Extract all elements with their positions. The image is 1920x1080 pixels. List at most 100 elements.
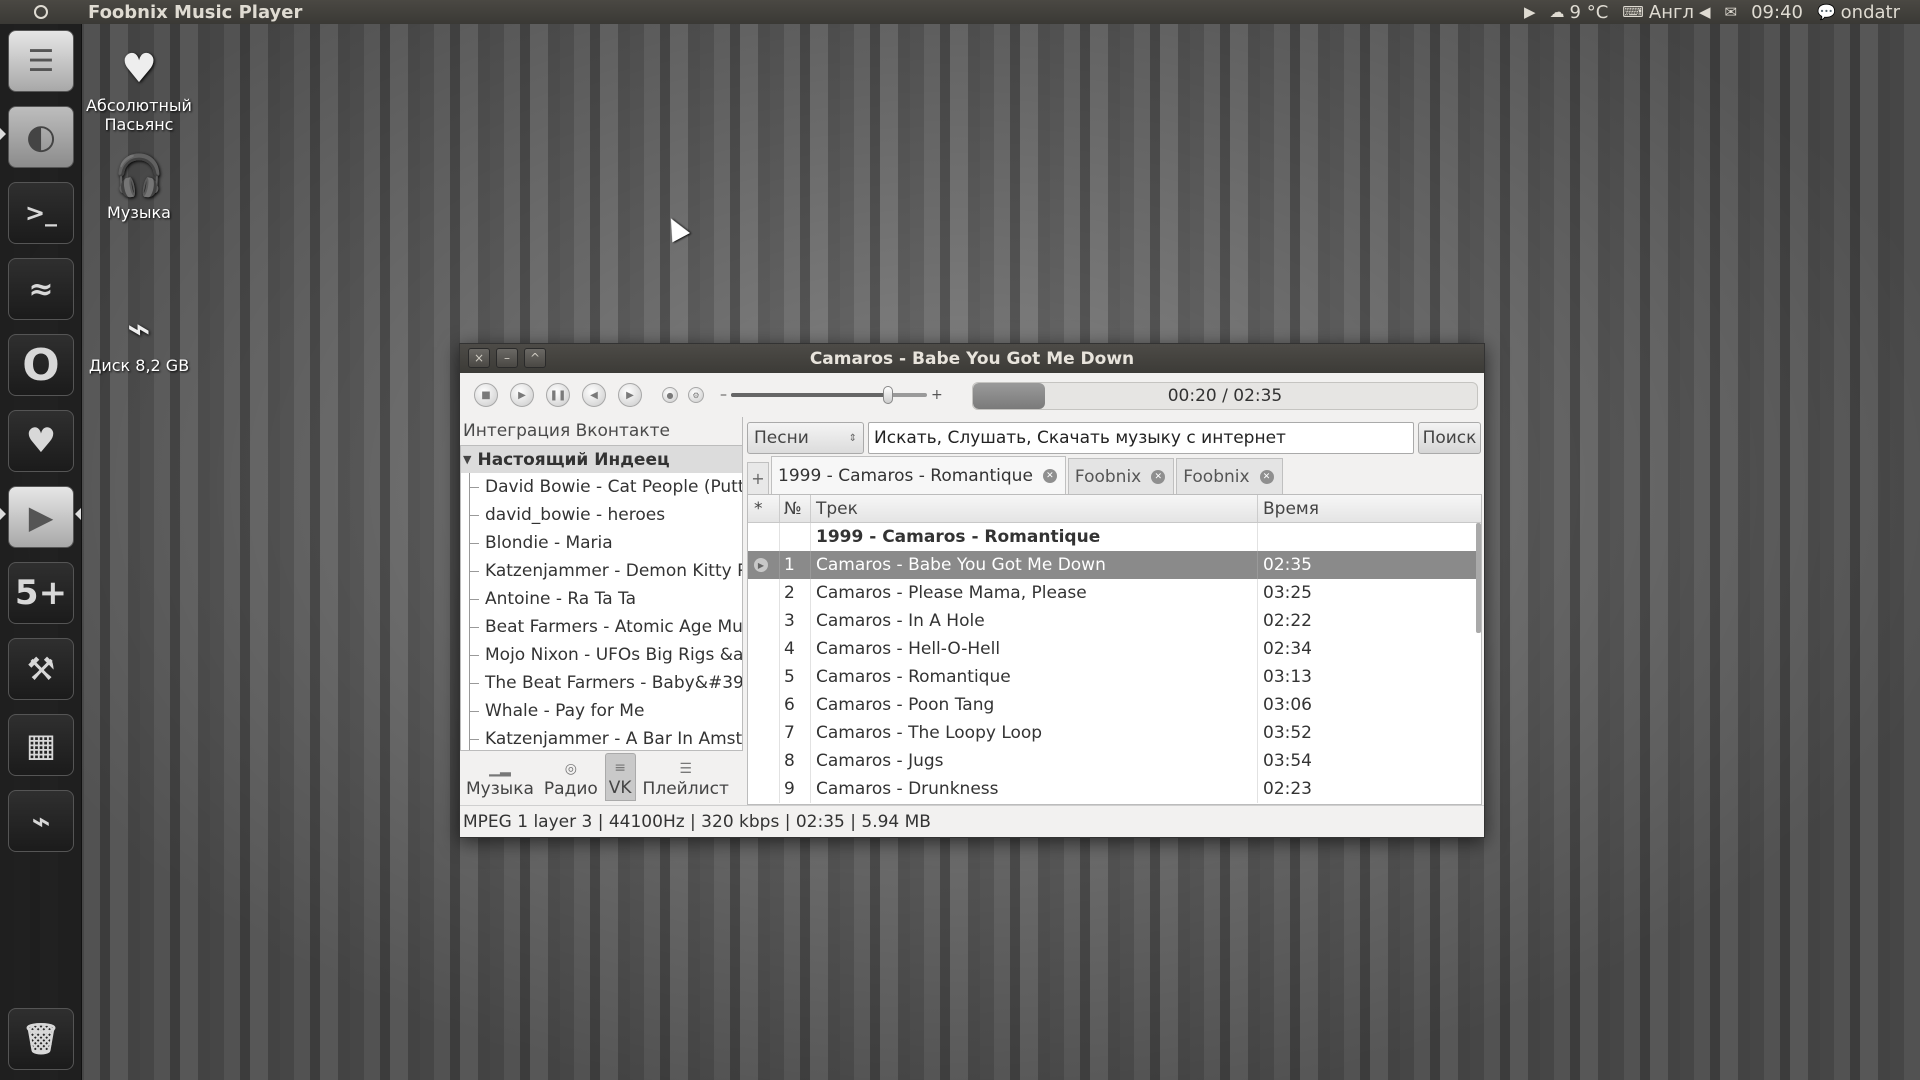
tab-radio[interactable]: ◎ Радио <box>541 753 601 801</box>
maximize-window-button[interactable]: ^ <box>524 348 546 368</box>
launcher-trash[interactable]: 🗑 <box>8 1008 74 1070</box>
tree-root[interactable]: ▼ Настоящий Индеец <box>461 446 742 473</box>
search-type-select[interactable]: Песни ⇕ <box>747 422 864 454</box>
seek-bar[interactable]: 00:20 / 02:35 <box>972 382 1478 410</box>
launcher-opera[interactable]: O <box>8 334 74 396</box>
play-button[interactable]: ▶ <box>510 383 534 407</box>
record-button[interactable]: ● <box>662 387 678 403</box>
star-cell <box>748 635 780 663</box>
playlist-tab[interactable]: 1999 - Camaros - Romantique ✕ <box>771 456 1066 494</box>
star-cell <box>748 607 780 635</box>
table-row[interactable]: 9 Camaros - Drunkness 02:23 <box>748 775 1481 803</box>
settings-button[interactable]: ⚙ <box>688 387 704 403</box>
launcher-firefox[interactable]: ◐ <box>8 106 74 168</box>
pause-button[interactable]: ❚❚ <box>546 383 570 407</box>
clock-indicator[interactable]: 09:40 <box>1751 2 1803 23</box>
tree-item[interactable]: Beat Farmers - Atomic Age Mu <box>461 613 742 641</box>
volume-slider[interactable] <box>731 386 927 404</box>
keyboard-indicator[interactable]: ⌨ Англ ◀ <box>1622 2 1710 23</box>
table-row[interactable]: 8 Camaros - Jugs 03:54 <box>748 747 1481 775</box>
tab-music[interactable]: ▁▂ Музыка <box>463 753 537 801</box>
usb-drive-icon: ⌁ <box>126 306 152 352</box>
opera-icon: O <box>22 339 60 391</box>
playlist-tab[interactable]: Foobnix ✕ <box>1067 458 1175 494</box>
launcher-usb-drive[interactable]: ⌁ <box>8 790 74 852</box>
expand-arrow-icon[interactable]: ▼ <box>463 453 471 466</box>
five-plus-icon: 5+ <box>14 573 68 613</box>
close-tab-icon[interactable]: ✕ <box>1259 469 1274 484</box>
playlist-tab-label: Foobnix <box>1074 466 1142 487</box>
launcher-five-plus[interactable]: 5+ <box>8 562 74 624</box>
minimize-window-button[interactable]: – <box>496 348 518 368</box>
track-cell: Camaros - Jugs <box>811 747 1258 775</box>
column-header-star[interactable]: * <box>748 495 780 522</box>
column-header-number[interactable]: № <box>780 495 811 522</box>
tree-item[interactable]: Antoine - Ra Ta Ta <box>461 585 742 613</box>
launcher-files[interactable]: ☰ <box>8 30 74 92</box>
launcher-workspaces[interactable]: ▦ <box>8 714 74 776</box>
terminal-icon: >_ <box>24 199 58 227</box>
tab-label: VK <box>608 778 632 798</box>
launcher-terminal[interactable]: >_ <box>8 182 74 244</box>
album-row[interactable]: 1999 - Camaros - Romantique <box>748 523 1481 551</box>
launcher-tool[interactable]: ⚒ <box>8 638 74 700</box>
column-header-track[interactable]: Трек <box>811 495 1258 522</box>
tree-item[interactable]: Whale - Pay for Me <box>461 697 742 725</box>
track-cell: Camaros - Romantique <box>811 663 1258 691</box>
foobnix-window: × – ^ Camaros - Babe You Got Me Down ■ ▶… <box>459 343 1485 838</box>
tree-item[interactable]: Katzenjammer - Demon Kitty R <box>461 557 742 585</box>
star-cell <box>748 663 780 691</box>
launcher-foobnix[interactable]: ▶ <box>8 486 74 548</box>
weather-indicator[interactable]: ☁ 9 °C <box>1550 2 1609 23</box>
launcher: ☰ ◐ >_ ≈ O ♥ ▶ 5+ ⚒ ▦ ⌁ 🗑 <box>0 24 82 1080</box>
number-cell: 9 <box>780 775 811 803</box>
next-button[interactable]: ▶ <box>618 383 642 407</box>
vk-tab-icon: ≡ <box>614 760 627 776</box>
add-tab-button[interactable]: + <box>747 462 769 494</box>
column-header-time[interactable]: Время <box>1258 495 1481 522</box>
window-titlebar[interactable]: × – ^ Camaros - Babe You Got Me Down <box>460 344 1484 373</box>
launcher-libreoffice[interactable]: ≈ <box>8 258 74 320</box>
desktop-icon-music[interactable]: 🎧 Музыка <box>74 152 204 222</box>
tree-item[interactable]: Blondie - Maria <box>461 529 742 557</box>
number-cell: 8 <box>780 747 811 775</box>
tab-playlist[interactable]: ☰ Плейлист <box>640 753 732 801</box>
close-tab-icon[interactable]: ✕ <box>1151 469 1166 484</box>
tree-item[interactable]: Katzenjammer - A Bar In Amste <box>461 725 742 750</box>
tree-item[interactable]: Mojo Nixon - UFOs Big Rigs &a <box>461 641 742 669</box>
search-button[interactable]: Поиск <box>1418 422 1481 454</box>
table-row[interactable]: 7 Camaros - The Loopy Loop 03:52 <box>748 719 1481 747</box>
playlist-scrollbar[interactable] <box>1476 523 1481 633</box>
launcher-solitaire[interactable]: ♥ <box>8 410 74 472</box>
tab-vk[interactable]: ≡ VK <box>604 753 636 801</box>
tree-item[interactable]: david_bowie - heroes <box>461 501 742 529</box>
tree-root-label: Настоящий Индеец <box>477 449 670 470</box>
table-row[interactable]: 2 Camaros - Please Mama, Please 03:25 <box>748 579 1481 607</box>
previous-button[interactable]: ◀ <box>582 383 606 407</box>
close-window-button[interactable]: × <box>468 348 490 368</box>
messaging-indicator[interactable]: ✉ <box>1725 3 1738 21</box>
desktop-icon-disk[interactable]: ⌁ Диск 8,2 GB <box>74 306 204 375</box>
close-tab-icon[interactable]: ✕ <box>1042 468 1057 483</box>
playlist-tab[interactable]: Foobnix ✕ <box>1176 458 1283 494</box>
table-row[interactable]: ▶ 1 Camaros - Babe You Got Me Down 02:35 <box>748 551 1481 579</box>
keyboard-layout: Англ <box>1648 1 1694 23</box>
table-row[interactable]: 4 Camaros - Hell-O-Hell 02:34 <box>748 635 1481 663</box>
search-input[interactable] <box>868 422 1414 454</box>
number-cell: 4 <box>780 635 811 663</box>
dash-button[interactable] <box>0 0 82 24</box>
tree-item[interactable]: David Bowie - Cat People (Putt <box>461 473 742 501</box>
left-panel-tabs: ▁▂ Музыка ◎ Радио ≡ VK ☰ Плейлист <box>460 751 743 801</box>
table-row[interactable]: 3 Camaros - In A Hole 02:22 <box>748 607 1481 635</box>
app-title: Foobnix Music Player <box>88 1 303 23</box>
time-label: 00:20 / 02:35 <box>1167 386 1283 406</box>
table-row[interactable]: 5 Camaros - Romantique 03:13 <box>748 663 1481 691</box>
desktop-icon-solitaire[interactable]: ♥ Абсолютный Пасьянс <box>74 46 204 134</box>
sound-menu-indicator[interactable]: ▶ <box>1524 3 1536 21</box>
number-cell <box>780 523 811 551</box>
volume-knob[interactable] <box>882 386 893 404</box>
table-row[interactable]: 6 Camaros - Poon Tang 03:06 <box>748 691 1481 719</box>
user-indicator[interactable]: 💬 ondatr <box>1817 2 1900 23</box>
stop-button[interactable]: ■ <box>474 383 498 407</box>
tree-item[interactable]: The Beat Farmers - Baby&#39; <box>461 669 742 697</box>
